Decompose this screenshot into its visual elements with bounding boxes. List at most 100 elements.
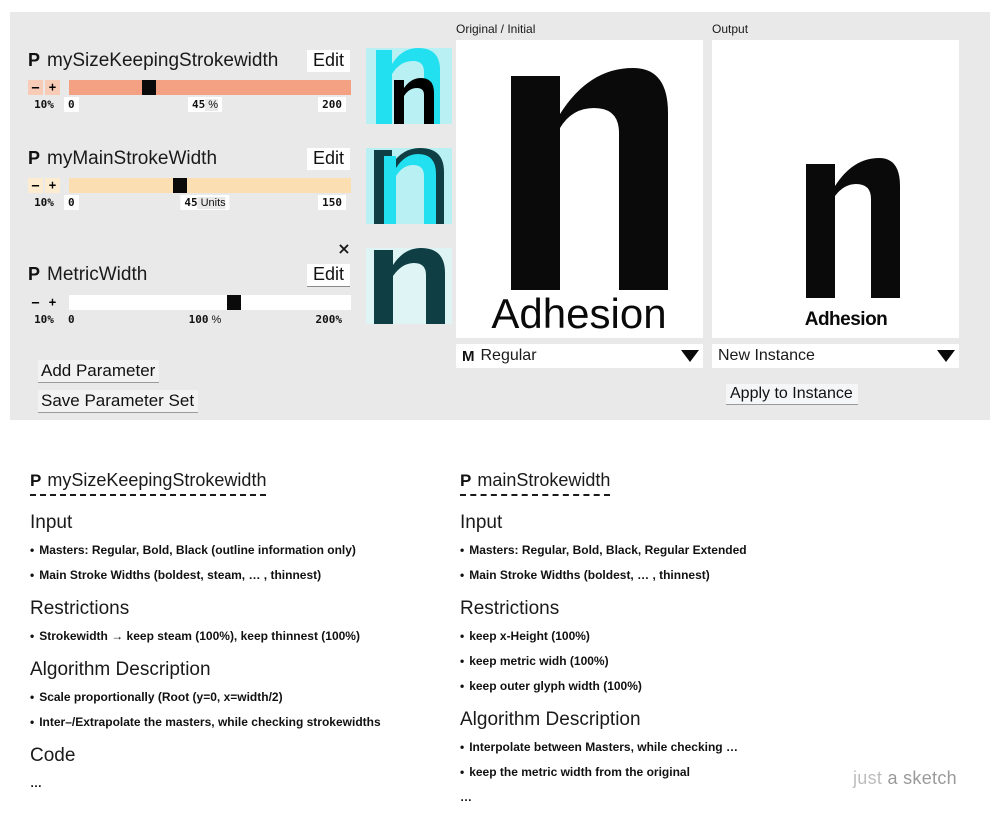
value-fields: 0 45% 200 (64, 97, 346, 112)
parameter-type-tag: P (28, 264, 41, 284)
doc-bullet: Strokewidth → keep steam (100%), keep th… (30, 629, 460, 643)
apply-to-instance-button[interactable]: Apply to Instance (726, 384, 858, 405)
original-pane-label: Original / Initial (456, 22, 536, 36)
parameter-name: MetricWidth (47, 264, 148, 285)
master-dropdown-value: Regular (480, 347, 537, 364)
current-value: 100 (188, 313, 209, 326)
chevron-down-icon (937, 350, 955, 362)
value-fields: 0 100% 200% (64, 312, 346, 327)
output-word: Adhesion (805, 309, 888, 330)
glyph-thumb-svg (376, 48, 440, 124)
parameter-header: P MetricWidth Edit (28, 264, 350, 287)
master-dropdown[interactable]: M Regular (456, 344, 703, 368)
step-size-value[interactable]: 10% (28, 196, 60, 209)
max-value-field[interactable]: 200 (318, 97, 346, 112)
parameter-type-tag: P (28, 50, 41, 70)
unit-label: Units (197, 197, 226, 209)
doc-column-left: P mySizeKeepingStrokewidth Input Masters… (30, 470, 460, 790)
parameter-type-tag: P (28, 148, 41, 168)
edit-button[interactable]: Edit (306, 148, 350, 170)
min-value-field[interactable]: 0 (64, 195, 79, 210)
parameter-name: myMainStrokeWidth (47, 148, 218, 169)
doc-bullet: keep outer glyph width (100%) (460, 679, 890, 693)
parameter-header: P mySizeKeepingStrokewidth Edit (28, 50, 350, 72)
current-value-field[interactable]: 45% (187, 97, 223, 112)
current-value: 45 (184, 196, 198, 209)
glyph-thumb-svg (374, 148, 444, 224)
parameter-name: mySizeKeepingStrokewidth (47, 50, 279, 71)
unit-label: % (208, 314, 222, 326)
slider-thumb[interactable] (226, 295, 241, 310)
doc-bullet: keep x-Height (100%) (460, 629, 890, 643)
doc-heading: Input (460, 512, 503, 533)
doc-bullet: Interpolate between Masters, while check… (460, 740, 890, 754)
slider-thumb[interactable] (142, 80, 157, 95)
glyph-thumb-svg (374, 248, 445, 324)
doc-heading: Algorithm Description (460, 709, 641, 730)
doc-bullet: Main Stroke Widths (boldest, … , thinnes… (460, 568, 890, 582)
doc-bullet: Scale proportionally (Root (y=0, x=width… (30, 690, 460, 704)
original-preview-pane[interactable]: Adhesion (456, 40, 703, 338)
parameter-header: P myMainStrokeWidth Edit (28, 148, 350, 170)
close-icon[interactable]: × (336, 241, 352, 258)
doc-column-right: P mainStrokewidth Input Masters: Regular… (460, 470, 890, 804)
output-pane-label: Output (712, 22, 749, 36)
glyph-thumbnail-preview[interactable] (366, 148, 452, 224)
doc-bullet: Masters: Regular, Bold, Black (outline i… (30, 543, 460, 557)
slider-track[interactable] (69, 295, 351, 310)
parameter-tool-panel: P mySizeKeepingStrokewidth Edit – + 10% … (10, 12, 990, 420)
doc-bullet: Inter–/Extrapolate the masters, while ch… (30, 715, 460, 729)
increment-button[interactable]: + (45, 80, 60, 95)
increment-button[interactable]: + (45, 178, 60, 193)
instance-dropdown-value: New Instance (718, 347, 815, 364)
step-size-value[interactable]: 10% (28, 313, 60, 326)
slider-track[interactable] (69, 178, 351, 193)
doc-type-tag: P (460, 471, 472, 490)
increment-button[interactable]: + (45, 295, 60, 310)
output-preview-pane[interactable]: Adhesion (712, 40, 959, 338)
glyph-thumbnail-preview[interactable] (366, 48, 452, 124)
doc-bullet: Main Stroke Widths (boldest, steam, … , … (30, 568, 460, 582)
doc-bullet: keep the metric width from the original (460, 765, 890, 779)
panel-actions: Add Parameter Save Parameter Set (38, 360, 199, 420)
glyph-thumbnail-preview[interactable] (366, 248, 452, 324)
value-fields: 0 45 Units 150 (64, 195, 346, 210)
current-value-field[interactable]: 100% (184, 312, 226, 327)
slider-track[interactable] (69, 80, 351, 95)
doc-title: P mySizeKeepingStrokewidth (30, 470, 267, 496)
watermark-light: just (853, 768, 888, 788)
doc-title-text: mainStrokewidth (477, 470, 611, 490)
doc-ellipsis: … (30, 776, 42, 790)
slider-thumb[interactable] (173, 178, 188, 193)
step-size-value[interactable]: 10% (28, 98, 60, 111)
max-value-field[interactable]: 150 (318, 195, 346, 210)
unit-label: % (205, 99, 219, 111)
decrement-button[interactable]: – (28, 178, 43, 193)
original-word: Adhesion (491, 290, 666, 337)
instance-dropdown[interactable]: New Instance (712, 344, 959, 368)
edit-button[interactable]: Edit (306, 50, 350, 72)
current-value: 45 (191, 98, 206, 111)
decrement-button[interactable]: – (28, 295, 43, 310)
min-value-field[interactable]: 0 (64, 312, 79, 327)
output-preview-svg: Adhesion (805, 158, 900, 330)
edit-button[interactable]: Edit (306, 264, 350, 287)
doc-bullet: keep metric widh (100%) (460, 654, 890, 668)
master-tag: M (462, 347, 475, 365)
doc-heading: Restrictions (460, 598, 560, 619)
add-parameter-button[interactable]: Add Parameter (38, 360, 160, 383)
decrement-button[interactable]: – (28, 80, 43, 95)
chevron-down-icon (681, 350, 699, 362)
current-value-field[interactable]: 45 Units (180, 195, 230, 210)
save-parameter-set-button[interactable]: Save Parameter Set (38, 390, 199, 413)
min-value-field[interactable]: 0 (64, 97, 79, 112)
doc-title-text: mySizeKeepingStrokewidth (47, 470, 267, 490)
doc-heading: Algorithm Description (30, 659, 211, 680)
screenshot-root: P mySizeKeepingStrokewidth Edit – + 10% … (0, 0, 1000, 825)
original-preview-svg: Adhesion (491, 68, 668, 337)
doc-type-tag: P (30, 471, 42, 490)
doc-ellipsis: … (460, 790, 472, 804)
doc-bullet: Masters: Regular, Bold, Black, Regular E… (460, 543, 890, 557)
max-value-field[interactable]: 200% (311, 312, 346, 327)
doc-heading: Input (30, 512, 73, 533)
